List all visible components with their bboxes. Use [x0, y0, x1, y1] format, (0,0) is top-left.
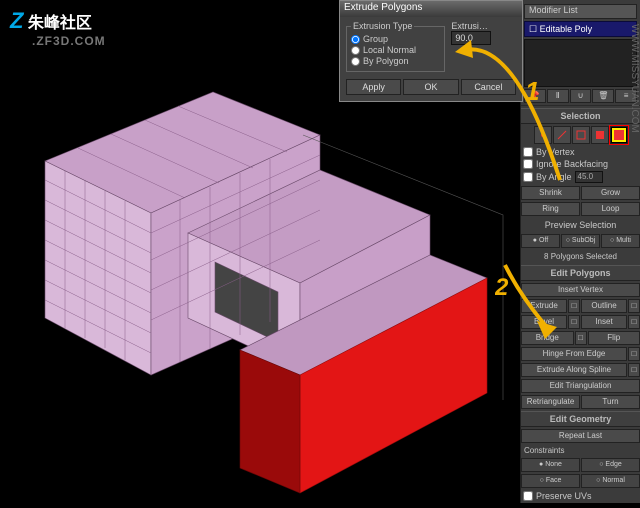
extrude-dialog: Extrude Polygons Extrusion Type Group Lo… — [339, 0, 523, 102]
preview-off-radio[interactable]: ● Off — [521, 234, 560, 248]
radio-by-polygon[interactable]: By Polygon — [351, 56, 440, 66]
selection-header[interactable]: Selection — [521, 108, 640, 124]
preview-selection-label: Preview Selection — [521, 218, 640, 232]
hinge-button[interactable]: Hinge From Edge — [521, 347, 627, 361]
remove-modifier-button[interactable]: 🗑 — [592, 89, 614, 103]
radio-local-normal[interactable]: Local Normal — [351, 45, 440, 55]
by-angle-checkbox[interactable]: By Angle 45.0 — [521, 170, 640, 184]
watermark-logo: Z 朱峰社区 .ZF3D.COM — [10, 8, 106, 48]
extrusion-type-label: Extrusion Type — [351, 21, 414, 31]
extrude-value-spinner[interactable]: 90.0 — [451, 31, 491, 45]
constraint-edge-radio[interactable]: ○ Edge — [581, 458, 640, 472]
bevel-settings-button[interactable]: □ — [568, 315, 580, 329]
modifier-list-dropdown[interactable]: Modifier List — [524, 4, 637, 19]
constraints-label: Constraints — [521, 445, 640, 456]
preview-subobj-radio[interactable]: ○ SubObj — [561, 234, 600, 248]
show-end-result-button[interactable]: Ⅱ — [547, 89, 569, 103]
extrusion-amount-label: Extrusi… — [451, 21, 516, 31]
angle-spinner[interactable]: 45.0 — [575, 171, 603, 183]
flip-button[interactable]: Flip — [588, 331, 640, 345]
ignore-backfacing-checkbox[interactable]: Ignore Backfacing — [521, 158, 640, 170]
selection-info: 8 Polygons Selected — [521, 250, 640, 263]
constraint-normal-radio[interactable]: ○ Normal — [581, 474, 640, 488]
preserve-uvs-checkbox[interactable]: Preserve UVs — [521, 490, 640, 502]
grow-button[interactable]: Grow — [581, 186, 640, 200]
repeat-last-button[interactable]: Repeat Last — [521, 429, 640, 443]
hinge-settings-button[interactable]: □ — [628, 347, 640, 361]
ok-button[interactable]: OK — [403, 79, 458, 95]
by-vertex-checkbox[interactable]: By Vertex — [521, 146, 640, 158]
turn-button[interactable]: Turn — [581, 395, 640, 409]
loop-button[interactable]: Loop — [581, 202, 640, 216]
inset-settings-button[interactable]: □ — [628, 315, 640, 329]
extrude-settings-button[interactable]: □ — [568, 299, 580, 313]
bridge-button[interactable]: Bridge — [521, 331, 574, 345]
edge-subobj-button[interactable] — [553, 126, 571, 144]
modifier-stack[interactable] — [524, 39, 637, 87]
pin-stack-button[interactable]: 📌 — [524, 89, 546, 103]
edit-triangulation-button[interactable]: Edit Triangulation — [521, 379, 640, 393]
insert-vertex-button[interactable]: Insert Vertex — [521, 283, 640, 297]
constraint-none-radio[interactable]: ● None — [521, 458, 580, 472]
border-subobj-button[interactable] — [572, 126, 590, 144]
command-panel: Modifier List ☐ Editable Poly 📌 Ⅱ ∪ 🗑 ≡ … — [520, 0, 640, 503]
watermark-side: WWW.MISSYUAN.COM — [629, 24, 640, 133]
cancel-button[interactable]: Cancel — [461, 79, 516, 95]
ring-button[interactable]: Ring — [521, 202, 580, 216]
vertex-subobj-button[interactable] — [534, 126, 552, 144]
polygon-subobj-button[interactable] — [591, 126, 609, 144]
retriangulate-button[interactable]: Retriangulate — [521, 395, 580, 409]
preview-multi-radio[interactable]: ○ Multi — [601, 234, 640, 248]
extrude-button[interactable]: Extrude — [521, 299, 567, 313]
edit-geometry-header[interactable]: Edit Geometry — [521, 411, 640, 427]
edit-polygons-header[interactable]: Edit Polygons — [521, 265, 640, 281]
modifier-stack-item[interactable]: ☐ Editable Poly — [524, 21, 637, 37]
extrude-spline-button[interactable]: Extrude Along Spline — [521, 363, 627, 377]
outline-settings-button[interactable]: □ — [628, 299, 640, 313]
extrude-spline-settings-button[interactable]: □ — [628, 363, 640, 377]
inset-button[interactable]: Inset — [581, 315, 627, 329]
constraint-face-radio[interactable]: ○ Face — [521, 474, 580, 488]
apply-button[interactable]: Apply — [346, 79, 401, 95]
outline-button[interactable]: Outline — [581, 299, 627, 313]
element-subobj-button[interactable] — [610, 126, 628, 144]
make-unique-button[interactable]: ∪ — [570, 89, 592, 103]
bridge-settings-button[interactable]: □ — [575, 331, 587, 345]
shrink-button[interactable]: Shrink — [521, 186, 580, 200]
dialog-title[interactable]: Extrude Polygons — [340, 1, 522, 17]
radio-group[interactable]: Group — [351, 34, 440, 44]
bevel-button[interactable]: Bevel — [521, 315, 567, 329]
